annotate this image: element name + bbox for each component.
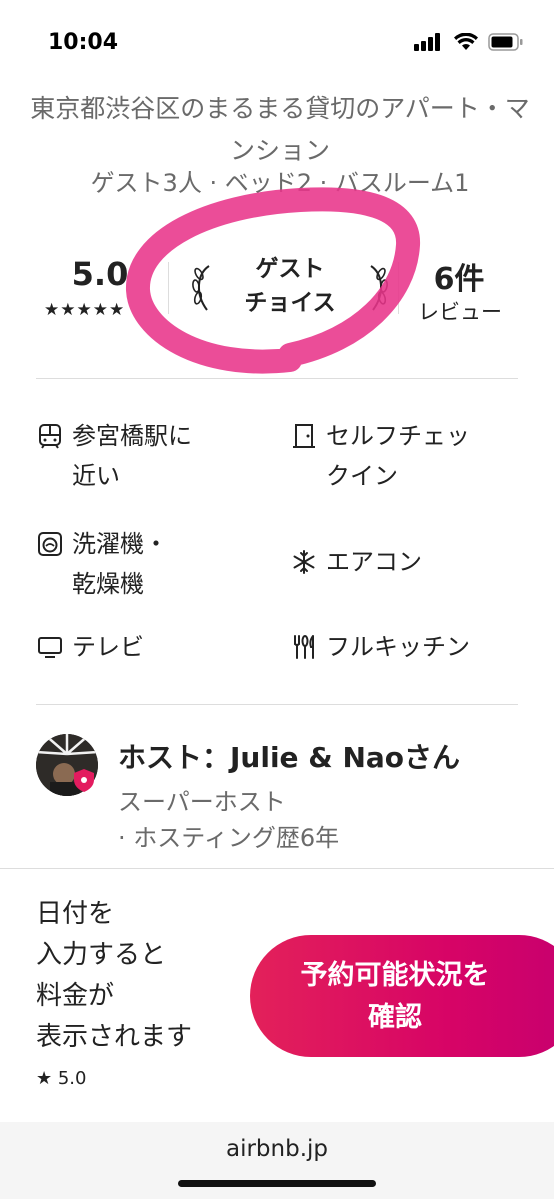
amenity-label: フルキッチン — [326, 633, 470, 661]
home-indicator[interactable] — [178, 1180, 376, 1187]
footer-divider — [0, 868, 554, 869]
check-availability-label: 予約可能状況を 確認 — [300, 960, 490, 1033]
status-icons — [414, 33, 524, 51]
host-meta: スーパーホスト · ホスティング歴6年 — [118, 788, 340, 852]
section-divider — [36, 378, 518, 379]
stats-divider — [168, 262, 169, 314]
guest-choice-badge[interactable]: ゲスト チョイス — [185, 248, 395, 328]
listing-details: ゲスト3人 · ベッド2 · バスルーム1 — [90, 169, 470, 197]
amenity-label: 参宮橋駅に 近い — [72, 422, 192, 490]
washer-icon — [38, 532, 62, 556]
amenity-item: テレビ — [36, 627, 144, 667]
amenity-label: 洗濯機・ 乾燥機 — [72, 530, 168, 598]
reviews-count[interactable]: 6件 — [418, 254, 500, 298]
laurel-left-icon — [192, 265, 210, 311]
host-name[interactable]: ホスト：Julie & Naoさん — [118, 736, 460, 776]
amenity-label: エアコン — [326, 548, 422, 576]
amenity-item: 参宮橋駅に 近い — [36, 416, 192, 496]
stats-divider — [398, 262, 399, 314]
battery-icon — [488, 33, 523, 51]
tv-icon — [38, 637, 62, 658]
train-icon — [39, 424, 61, 449]
check-availability-button[interactable]: 予約可能状況を 確認 — [250, 935, 554, 1057]
amenity-label: セルフチェッ クイン — [326, 422, 470, 490]
kitchen-icon — [294, 635, 314, 659]
amenity-item: エアコン — [290, 542, 422, 582]
amenity-label: テレビ — [72, 633, 144, 661]
guest-choice-label: ゲスト チョイス — [244, 256, 336, 316]
rating-value: 5.0 — [71, 255, 129, 293]
laurel-right-icon — [370, 265, 388, 311]
rating-stars: ★★★★★ — [44, 300, 126, 320]
highlight-circle-annotation — [126, 187, 420, 374]
reviews-label[interactable]: レビュー — [410, 296, 510, 326]
footer-rating: ★ 5.0 — [36, 1068, 87, 1089]
superhost-badge-icon — [74, 769, 94, 792]
listing-title: 東京都渋谷区のまるまる貸切のアパート・マンション — [30, 94, 530, 165]
amenity-item: フルキッチン — [290, 627, 470, 667]
wifi-icon — [454, 33, 478, 50]
door-icon — [293, 424, 315, 448]
amenity-item: 洗濯機・ 乾燥機 — [36, 524, 168, 604]
status-time: 10:04 — [48, 30, 119, 55]
section-divider — [36, 704, 518, 705]
signal-icon — [414, 33, 440, 51]
price-note: 日付を 入力すると 料金が 表示されます — [36, 899, 193, 1052]
snowflake-icon — [293, 550, 315, 574]
amenity-item: セルフチェッ クイン — [290, 416, 470, 496]
url-text[interactable]: airbnb.jp — [0, 1136, 554, 1162]
